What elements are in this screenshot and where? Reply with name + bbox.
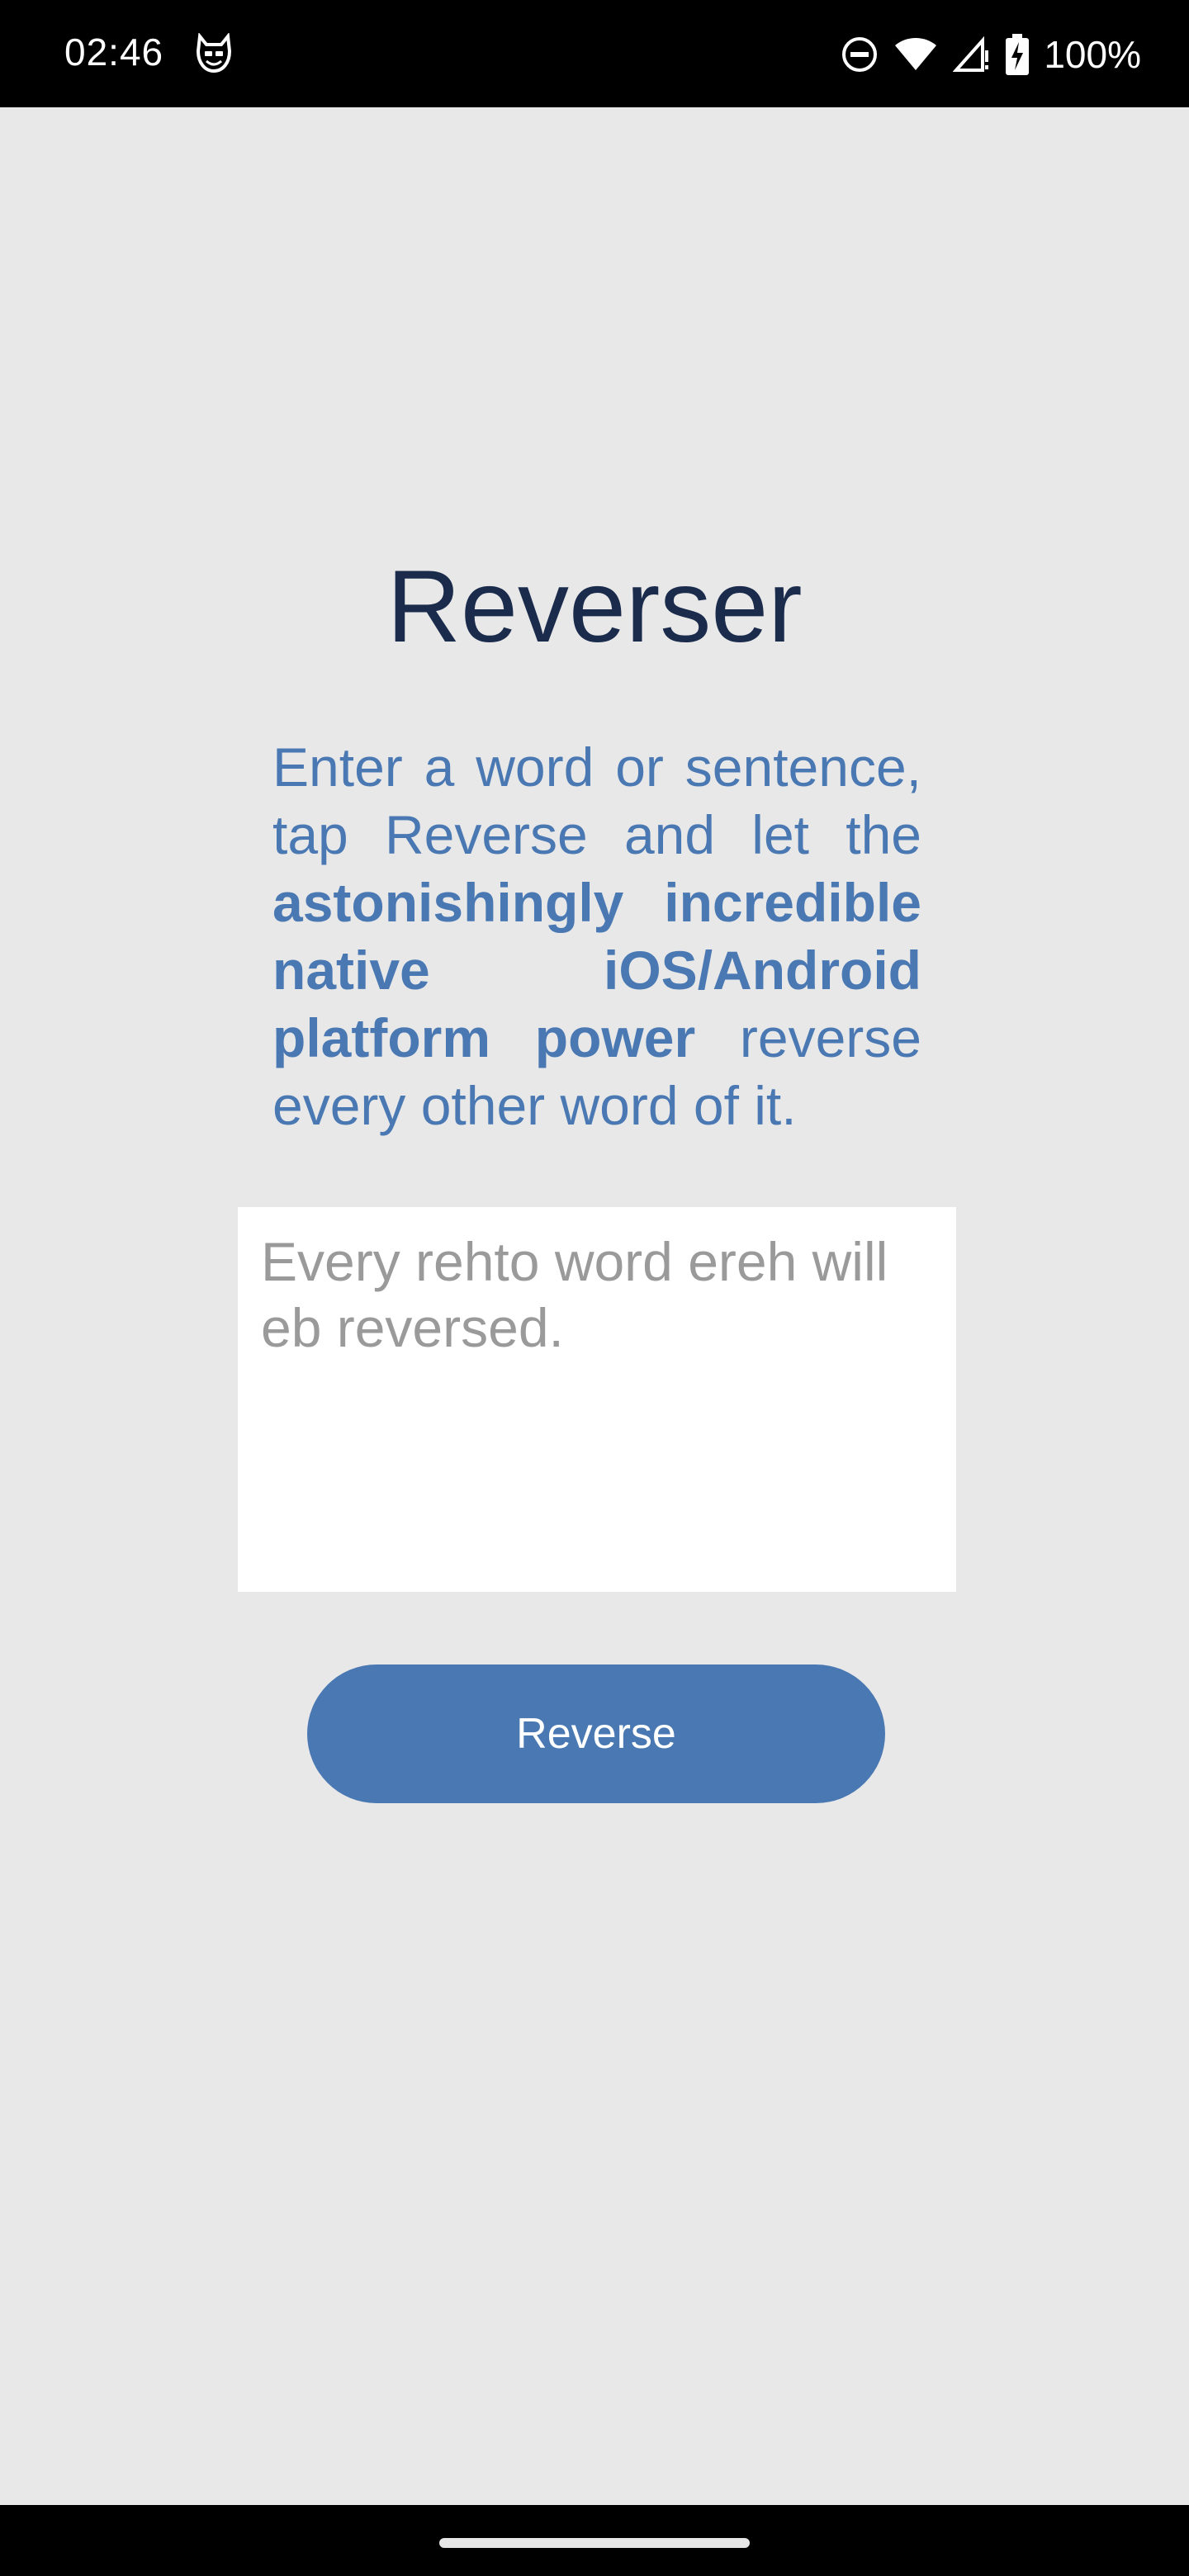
app-description: Enter a word or sentence, tap Reverse an…: [272, 733, 921, 1139]
app-notification-icon: [195, 31, 233, 74]
sentence-input[interactable]: [238, 1207, 956, 1592]
battery-percent: 100%: [1044, 33, 1141, 76]
app-title: Reverser: [386, 550, 803, 664]
reverse-button[interactable]: Reverse: [307, 1664, 885, 1803]
cell-signal-icon: [953, 36, 991, 73]
wifi-icon: [893, 36, 938, 73]
description-text-start: Enter a word or sentence, tap Reverse an…: [272, 736, 921, 865]
navigation-bar: [0, 2505, 1189, 2576]
status-bar: 02:46 100%: [0, 0, 1189, 107]
battery-charging-icon: [1006, 34, 1030, 75]
status-time: 02:46: [64, 31, 164, 73]
do-not-disturb-icon: [841, 36, 879, 73]
status-icons: 100%: [841, 30, 1141, 79]
home-indicator[interactable]: [439, 2538, 750, 2548]
